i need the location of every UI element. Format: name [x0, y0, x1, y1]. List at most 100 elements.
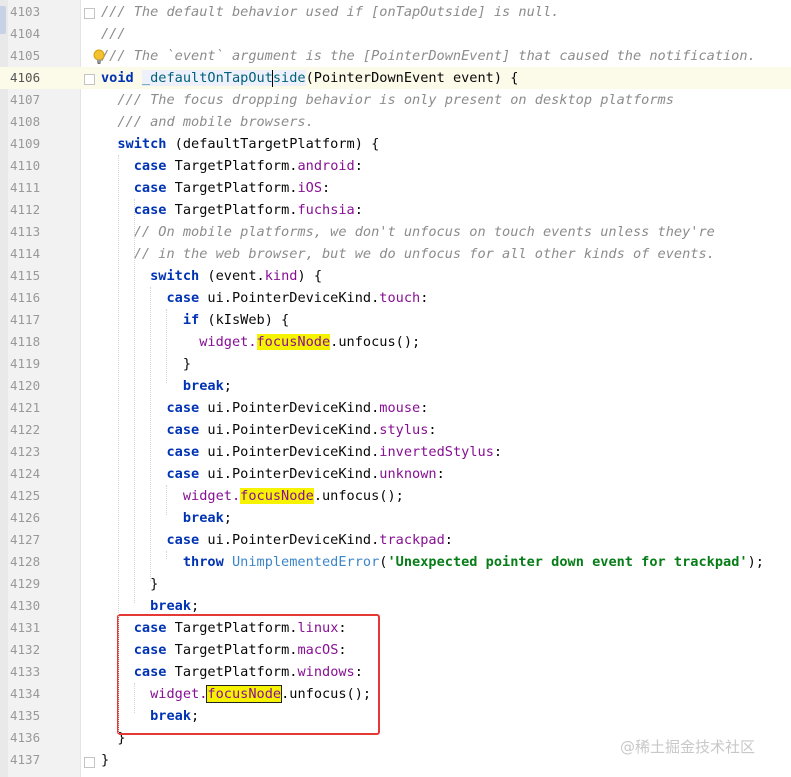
code-line[interactable]: 4103 /// The default behavior used if [on… — [0, 1, 791, 23]
line-number[interactable]: 4128 — [10, 551, 50, 573]
line-number[interactable]: 4136 — [10, 727, 50, 749]
code-text[interactable]: void _defaultOnTapOutside(PointerDownEve… — [101, 67, 518, 89]
code-token: TargetPlatform. — [166, 202, 298, 218]
code-line[interactable]: 4106 void _defaultOnTapOutside(PointerDow… — [0, 67, 791, 89]
code-token: break — [182, 510, 224, 526]
line-number[interactable]: 4133 — [10, 661, 50, 683]
code-token: iOS — [297, 180, 323, 196]
code-text[interactable]: case TargetPlatform.iOS: — [101, 177, 330, 199]
code-token: : — [354, 158, 363, 174]
code-line[interactable]: 4108 /// and mobile browsers. — [0, 111, 791, 133]
line-number[interactable]: 4105 — [10, 45, 50, 67]
line-number[interactable]: 4117 — [10, 309, 50, 331]
code-token: : — [420, 400, 429, 416]
code-text[interactable]: } — [101, 353, 191, 375]
line-number[interactable]: 4106 — [10, 67, 50, 89]
line-number[interactable]: 4131 — [10, 617, 50, 639]
line-number[interactable]: 4104 — [10, 23, 50, 45]
code-token: : — [444, 532, 453, 548]
code-text[interactable]: case TargetPlatform.fuchsia: — [101, 199, 363, 221]
code-text[interactable]: case ui.PointerDeviceKind.trackpad: — [101, 529, 453, 551]
code-text[interactable]: case TargetPlatform.android: — [101, 155, 363, 177]
fold-marker-icon[interactable] — [84, 757, 95, 768]
code-token: throw — [182, 554, 224, 570]
code-text[interactable]: /// and mobile browsers. — [101, 111, 314, 133]
code-token: widget. — [101, 488, 241, 504]
line-number[interactable]: 4118 — [10, 331, 50, 353]
line-number[interactable]: 4109 — [10, 133, 50, 155]
code-token: ui.PointerDeviceKind. — [199, 444, 380, 460]
line-number[interactable]: 4122 — [10, 419, 50, 441]
code-token: kind — [264, 268, 298, 284]
code-text[interactable]: /// The default behavior used if [onTapO… — [101, 1, 559, 23]
code-token: onTapOutside — [379, 4, 478, 20]
code-text[interactable]: /// The focus dropping behavior is only … — [101, 89, 674, 111]
fold-marker-icon[interactable] — [84, 74, 95, 85]
line-number[interactable]: 4110 — [10, 155, 50, 177]
code-token: unknown — [379, 466, 437, 482]
line-number[interactable]: 4115 — [10, 265, 50, 287]
line-number[interactable]: 4114 — [10, 243, 50, 265]
code-text[interactable]: throw UnimplementedError('Unexpected poi… — [101, 551, 764, 573]
code-text[interactable]: } — [101, 749, 109, 771]
code-line[interactable]: 4109 switch (defaultTargetPlatform) { — [0, 133, 791, 155]
code-text[interactable]: // in the web browser, but we do unfocus… — [101, 243, 715, 265]
line-number[interactable]: 4107 — [10, 89, 50, 111]
code-line[interactable]: 4107 /// The focus dropping behavior is … — [0, 89, 791, 111]
code-token: case — [166, 400, 200, 416]
code-token: break — [150, 598, 192, 614]
code-editor[interactable]: 4103 /// The default behavior used if [on… — [0, 0, 791, 777]
line-number[interactable]: 4119 — [10, 353, 50, 375]
code-token: ui.PointerDeviceKind. — [199, 532, 380, 548]
code-token: UnimplementedError — [231, 554, 380, 570]
code-token: android — [297, 158, 355, 174]
line-number[interactable]: 4121 — [10, 397, 50, 419]
code-text[interactable]: case ui.PointerDeviceKind.stylus: — [101, 419, 436, 441]
code-token: stylus — [379, 422, 429, 438]
line-number[interactable]: 4126 — [10, 507, 50, 529]
fold-marker-icon[interactable] — [84, 8, 95, 19]
code-token: /// and mobile browsers. — [101, 114, 314, 130]
line-number[interactable]: 4111 — [10, 177, 50, 199]
line-number[interactable]: 4137 — [10, 749, 50, 771]
code-token: trackpad — [379, 532, 445, 548]
code-text[interactable]: /// — [101, 23, 126, 45]
line-number[interactable]: 4127 — [10, 529, 50, 551]
indent-guide — [166, 485, 167, 515]
line-number[interactable]: 4120 — [10, 375, 50, 397]
line-number[interactable]: 4108 — [10, 111, 50, 133]
code-line[interactable]: 4104 /// — [0, 23, 791, 45]
code-token: ui.PointerDeviceKind. — [199, 290, 380, 306]
line-number[interactable]: 4134 — [10, 683, 50, 705]
line-number[interactable]: 4123 — [10, 441, 50, 463]
code-text[interactable]: // On mobile platforms, we don't unfocus… — [101, 221, 715, 243]
watermark: @稀土掘金技术社区 — [620, 738, 756, 756]
code-line[interactable]: 4105 /// The `event` argument is the [Poi… — [0, 45, 791, 67]
code-token: /// — [101, 26, 126, 42]
line-number[interactable]: 4130 — [10, 595, 50, 617]
line-number[interactable]: 4135 — [10, 705, 50, 727]
annotation-highlight-box — [117, 614, 380, 735]
line-number[interactable]: 4129 — [10, 573, 50, 595]
code-token: case — [166, 290, 200, 306]
code-text[interactable]: if (kIsWeb) { — [101, 309, 289, 331]
code-text[interactable]: widget.focusNode.unfocus(); — [101, 485, 404, 507]
indent-guide — [134, 683, 135, 713]
code-token: .unfocus(); — [330, 334, 421, 350]
line-number[interactable]: 4103 — [10, 1, 50, 23]
line-number[interactable]: 4125 — [10, 485, 50, 507]
code-token: case — [133, 180, 167, 196]
line-number[interactable]: 4112 — [10, 199, 50, 221]
line-number[interactable]: 4124 — [10, 463, 50, 485]
code-text[interactable]: case ui.PointerDeviceKind.invertedStylus… — [101, 441, 502, 463]
line-number[interactable]: 4116 — [10, 287, 50, 309]
line-number[interactable]: 4113 — [10, 221, 50, 243]
code-text[interactable]: /// The `event` argument is the [Pointer… — [101, 45, 756, 67]
code-text[interactable]: widget.focusNode.unfocus(); — [101, 331, 420, 353]
code-text[interactable]: case ui.PointerDeviceKind.unknown: — [101, 463, 444, 485]
code-token: (PointerDownEvent event) { — [305, 70, 519, 86]
lightbulb-icon[interactable] — [92, 49, 106, 65]
code-text[interactable]: switch (defaultTargetPlatform) { — [101, 133, 379, 155]
line-number[interactable]: 4132 — [10, 639, 50, 661]
